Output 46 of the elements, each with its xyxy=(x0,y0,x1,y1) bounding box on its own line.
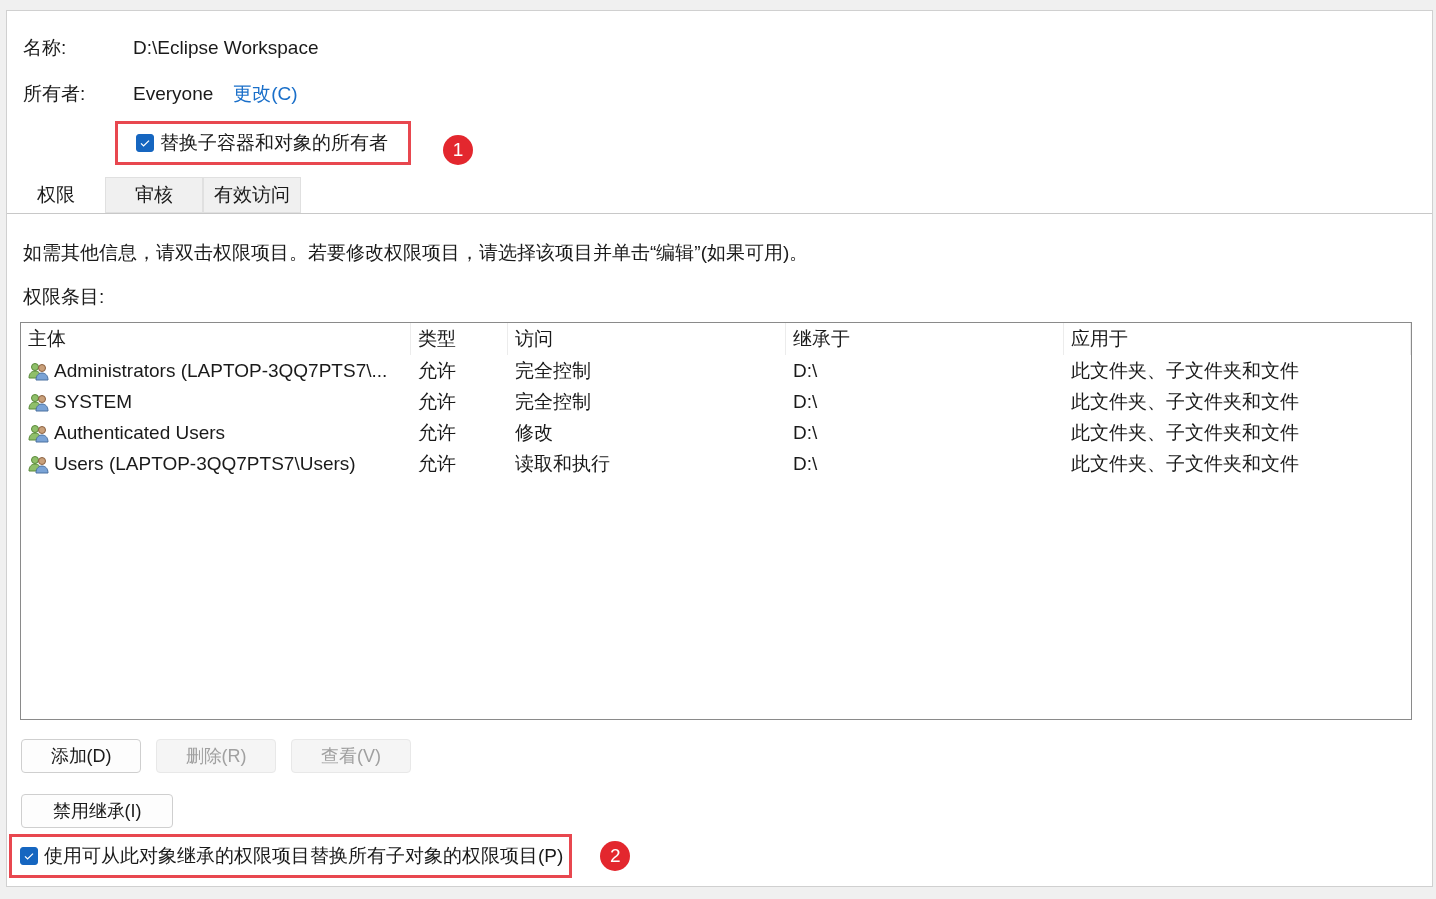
column-header[interactable]: 类型 xyxy=(411,323,508,355)
table-cell: D:\ xyxy=(793,452,818,475)
change-link[interactable]: 更改(C) xyxy=(233,81,298,107)
table-cell-text: 此文件夹、子文件夹和文件 xyxy=(1071,420,1299,445)
table-cell-text: 此文件夹、子文件夹和文件 xyxy=(1071,451,1299,476)
field-label: 名称: xyxy=(23,36,68,60)
table-cell: D:\ xyxy=(793,359,818,382)
checkbox-label[interactable]: 使用可从此对象继承的权限项目替换所有子对象的权限项目(P) xyxy=(44,843,564,869)
table-cell-text: 允许 xyxy=(418,420,456,445)
table-cell-text: 允许 xyxy=(418,358,456,383)
checkbox[interactable] xyxy=(136,134,154,152)
checkbox[interactable] xyxy=(20,847,38,865)
tab[interactable]: 审核 xyxy=(105,177,203,213)
table-cell: Administrators (LAPTOP-3QQ7PTS7\... xyxy=(54,359,388,382)
table-cell: Authenticated Users xyxy=(54,421,226,444)
number-badge: 1 xyxy=(443,135,473,165)
table-cell-text: 此文件夹、子文件夹和文件 xyxy=(1071,389,1299,414)
users-icon xyxy=(28,360,50,381)
checkbox-label[interactable]: 替换子容器和对象的所有者 xyxy=(160,130,388,156)
table-cell-text: 完全控制 xyxy=(515,389,591,414)
table-cell-text: 允许 xyxy=(418,451,456,476)
column-header[interactable]: 访问 xyxy=(508,323,786,355)
users-icon xyxy=(28,453,50,474)
disable-inheritance-button[interactable]: 禁用继承(I) xyxy=(21,794,173,828)
table-cell: Users (LAPTOP-3QQ7PTS7\Users) xyxy=(54,452,356,475)
table-cell: D:\ xyxy=(793,421,818,444)
number-badge: 2 xyxy=(600,841,631,871)
table-cell-text: 允许 xyxy=(418,389,456,414)
column-header[interactable]: 主体 xyxy=(21,323,411,355)
table-cell-text: 此文件夹、子文件夹和文件 xyxy=(1071,358,1299,383)
table-cell: SYSTEM xyxy=(54,390,133,413)
table-cell-text: 完全控制 xyxy=(515,358,591,383)
table-cell-text: 修改 xyxy=(515,420,553,445)
users-icon xyxy=(28,391,50,412)
column-header[interactable]: 应用于 xyxy=(1064,323,1411,355)
field-label: 所有者: xyxy=(23,82,87,106)
table-cell-text: 读取和执行 xyxy=(515,451,610,476)
list-label: 权限条目: xyxy=(23,285,106,309)
table-cell: D:\ xyxy=(793,390,818,413)
column-header[interactable]: 继承于 xyxy=(786,323,1064,355)
field-value: D:\Eclipse Workspace xyxy=(133,37,319,59)
users-icon xyxy=(28,422,50,443)
info-text: 如需其他信息，请双击权限项目。若要修改权限项目，请选择该项目并单击“编辑”(如果可用)。 xyxy=(23,241,810,265)
button[interactable]: 添加(D) xyxy=(21,739,141,773)
field-value: Everyone xyxy=(133,83,214,105)
tab[interactable]: 有效访问 xyxy=(203,177,301,213)
